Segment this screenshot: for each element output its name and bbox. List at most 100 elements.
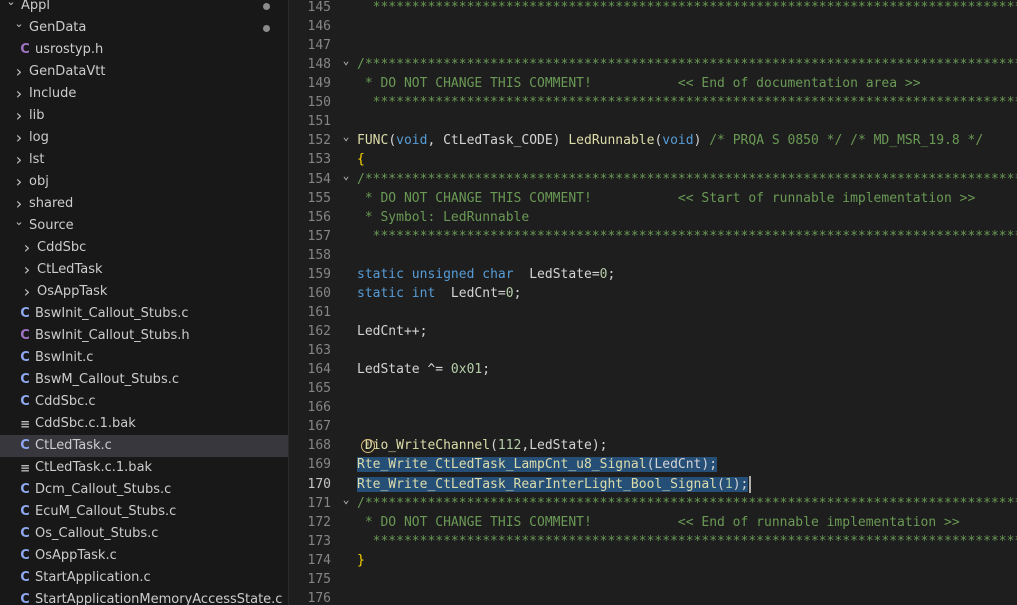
- line-number: 166: [307, 400, 331, 416]
- file-item-ctledtask-c-1-bak[interactable]: ≡ CtLedTask.c.1.bak: [0, 457, 288, 479]
- code-line[interactable]: 160 static int LedCnt=0;: [289, 284, 1017, 303]
- code-line[interactable]: 146: [289, 17, 1017, 36]
- code-line[interactable]: 175: [289, 570, 1017, 589]
- code-text: ****************************************…: [372, 533, 1017, 549]
- file-item-dcm-callout-stubs-c[interactable]: C Dcm_Callout_Stubs.c: [0, 479, 288, 501]
- tree-item-label: BswInit.c: [35, 350, 94, 365]
- code-text: Rte_Write_CtLedTask_LampCnt_u8_Signal(Le…: [357, 457, 718, 473]
- code-line[interactable]: 157 ************************************…: [289, 227, 1017, 246]
- tree-item-label: StartApplicationMemoryAccessState.c: [35, 592, 283, 605]
- code-line[interactable]: 171 ⌄/***********************************…: [289, 493, 1017, 513]
- folder-item-cddsbc[interactable]: › CddSbc: [0, 237, 288, 259]
- code-line[interactable]: 176: [289, 589, 1017, 605]
- fold-chevron-icon[interactable]: ⌄: [339, 490, 353, 509]
- folder-item-osapptask[interactable]: › OsAppTask: [0, 281, 288, 303]
- chevron-down-icon: ⌄: [6, 0, 16, 8]
- code-line[interactable]: 170 Rte_Write_CtLedTask_RearInterLight_Bo…: [289, 475, 1017, 494]
- code-line[interactable]: 174}: [289, 551, 1017, 570]
- fold-chevron-icon[interactable]: ⌄: [339, 51, 353, 70]
- file-item-bswinit-callout-stubs-c[interactable]: C BswInit_Callout_Stubs.c: [0, 303, 288, 325]
- code-line[interactable]: 155 * DO NOT CHANGE THIS COMMENT! << Sta…: [289, 189, 1017, 208]
- tree-item-label: StartApplication.c: [35, 570, 151, 585]
- file-item-ecum-callout-stubs-c[interactable]: C EcuM_Callout_Stubs.c: [0, 501, 288, 523]
- line-number: 146: [307, 19, 331, 35]
- code-line[interactable]: 153 {: [289, 150, 1017, 169]
- c-file-icon: C: [20, 306, 30, 321]
- c-file-icon: C: [20, 592, 30, 605]
- file-item-cddsbc-c-1-bak[interactable]: ≡ CddSbc.c.1.bak: [0, 413, 288, 435]
- code-line[interactable]: 166: [289, 398, 1017, 417]
- code-line[interactable]: 151: [289, 112, 1017, 131]
- folder-item-lib[interactable]: › lib: [0, 105, 288, 127]
- code-line[interactable]: 158: [289, 246, 1017, 265]
- file-item-startapplicationmemoryaccessstate-c[interactable]: C StartApplicationMemoryAccessState.c: [0, 589, 288, 605]
- line-number: 173: [307, 533, 331, 549]
- file-item-os-callout-stubs-c[interactable]: C Os_Callout_Stubs.c: [0, 523, 288, 545]
- code-line[interactable]: 148 ⌄/***********************************…: [289, 54, 1017, 74]
- file-item-usrostyp-h[interactable]: Cusrostyp.h: [0, 39, 288, 61]
- code-text: /***************************************…: [357, 495, 1017, 511]
- code-line[interactable]: 145 ************************************…: [289, 0, 1017, 17]
- h-file-icon: C: [20, 42, 30, 57]
- c-file-icon: C: [20, 372, 30, 387]
- code-line[interactable]: 156 * Symbol: LedRunnable: [289, 208, 1017, 227]
- code-editor[interactable]: 145 ************************************…: [289, 0, 1017, 605]
- line-number: 172: [307, 514, 331, 530]
- folder-item-appl[interactable]: ⌄ Appl: [0, 0, 288, 17]
- code-line[interactable]: 149 * DO NOT CHANGE THIS COMMENT! << End…: [289, 74, 1017, 93]
- file-item-cddsbc-c[interactable]: C CddSbc.c: [0, 391, 288, 413]
- code-line[interactable]: 159 static unsigned char LedState=0;: [289, 265, 1017, 284]
- code-text: }: [357, 552, 365, 568]
- line-number: 169: [307, 457, 331, 473]
- chevron-right-icon: ›: [15, 172, 23, 191]
- line-number: 167: [307, 419, 331, 435]
- code-text: /***************************************…: [357, 171, 1017, 187]
- chevron-right-icon: ›: [15, 150, 23, 169]
- file-item-bswinit-c[interactable]: C BswInit.c: [0, 347, 288, 369]
- tree-item-label: OsAppTask: [37, 284, 108, 299]
- code-text: ****************************************…: [372, 0, 1017, 15]
- folder-item-include[interactable]: › Include: [0, 83, 288, 105]
- file-item-bswm-callout-stubs-c[interactable]: C BswM_Callout_Stubs.c: [0, 369, 288, 391]
- code-line[interactable]: 154 ⌄/***********************************…: [289, 169, 1017, 189]
- code-line[interactable]: 152 ⌄ FUNC(void, CtLedTask_CODE) LedRunnab…: [289, 130, 1017, 150]
- file-item-startapplication-c[interactable]: C StartApplication.c: [0, 567, 288, 589]
- line-number: 175: [307, 571, 331, 587]
- file-item-ctledtask-c[interactable]: C CtLedTask.c: [0, 435, 288, 457]
- code-line[interactable]: 147: [289, 36, 1017, 55]
- code-line[interactable]: 172 * DO NOT CHANGE THIS COMMENT! << End…: [289, 513, 1017, 532]
- c-file-icon: C: [20, 526, 30, 541]
- code-line[interactable]: 161: [289, 303, 1017, 322]
- file-item-bswinit-callout-stubs-h[interactable]: C BswInit_Callout_Stubs.h: [0, 325, 288, 347]
- code-line[interactable]: 167: [289, 417, 1017, 436]
- line-number: 153: [307, 152, 331, 168]
- line-number: 157: [307, 228, 331, 244]
- folder-item-lst[interactable]: › lst: [0, 149, 288, 171]
- code-text: Rte_Write_CtLedTask_RearInterLight_Bool_…: [357, 476, 749, 492]
- folder-item-log[interactable]: › log: [0, 127, 288, 149]
- tree-item-label: GenData: [29, 20, 87, 35]
- folder-item-source[interactable]: ⌄ Source: [0, 215, 288, 237]
- line-number: 156: [307, 209, 331, 225]
- folder-item-gendatavtt[interactable]: › GenDataVtt: [0, 61, 288, 83]
- code-line[interactable]: 169 Rte_Write_CtLedTask_LampCnt_u8_Signal…: [289, 455, 1017, 474]
- fold-chevron-icon[interactable]: ⌄: [339, 166, 353, 185]
- file-item-osapptask-c[interactable]: C OsAppTask.c: [0, 545, 288, 567]
- tree-item-label: OsAppTask.c: [35, 548, 117, 563]
- code-line[interactable]: 150 ************************************…: [289, 93, 1017, 112]
- code-line[interactable]: 168 Dio_WriteChannel(112,LedState);!: [289, 436, 1017, 455]
- code-line[interactable]: 162 LedCnt++;: [289, 322, 1017, 341]
- folder-item-ctledtask[interactable]: › CtLedTask: [0, 259, 288, 281]
- folder-item-shared[interactable]: › shared: [0, 193, 288, 215]
- folder-item-gendata[interactable]: ⌄ GenData: [0, 17, 288, 39]
- code-line[interactable]: 164 LedState ^= 0x01;: [289, 360, 1017, 379]
- modified-dot-icon: [263, 25, 270, 32]
- code-line[interactable]: 163: [289, 341, 1017, 360]
- folder-item-obj[interactable]: › obj: [0, 171, 288, 193]
- code-text: static int LedCnt=0;: [357, 285, 522, 301]
- chevron-right-icon: ›: [15, 84, 23, 103]
- code-line[interactable]: 165: [289, 379, 1017, 398]
- chevron-down-icon: ⌄: [14, 215, 24, 228]
- code-line[interactable]: 173 ************************************…: [289, 532, 1017, 551]
- fold-chevron-icon[interactable]: ⌄: [339, 127, 353, 146]
